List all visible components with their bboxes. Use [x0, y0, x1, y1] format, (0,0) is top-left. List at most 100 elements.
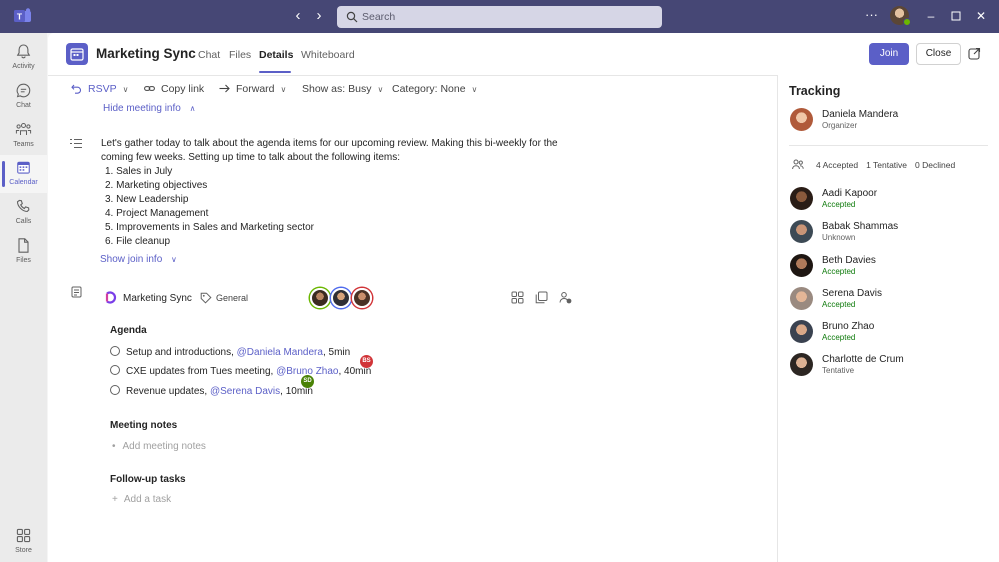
presence-available-icon [903, 18, 911, 26]
mention-link[interactable]: @Serena Davis [210, 386, 280, 397]
rsvp-button[interactable]: RSVP ∨ [71, 83, 128, 97]
rail-label-activity: Activity [12, 63, 35, 70]
attendee-name: Bruno Zhao [822, 321, 875, 332]
attendee-row[interactable]: Charlotte de Crum Tentative [790, 353, 990, 377]
tab-chat[interactable]: Chat [198, 49, 220, 61]
rail-label-calendar: Calendar [9, 179, 38, 186]
calendar-icon [17, 161, 30, 174]
search-icon [346, 11, 358, 23]
close-button[interactable]: Close [916, 43, 961, 65]
attendee-row[interactable]: Bruno Zhao Accepted [790, 320, 990, 344]
list-item: 5. Improvements in Sales and Marketing s… [105, 222, 314, 233]
maximize-icon[interactable] [949, 9, 963, 23]
chevron-down-icon: ∨ [171, 255, 177, 264]
attendee-row[interactable]: Babak Shammas Unknown [790, 220, 990, 244]
organizer-role: Organizer [822, 121, 858, 130]
meeting-description: Let's gather today to talk about the age… [101, 137, 571, 249]
list-item: 6. File cleanup [105, 236, 171, 247]
avatar [790, 187, 813, 210]
more-options-icon[interactable]: ··· [865, 8, 878, 22]
organizer-name: Daniela Mandera [822, 109, 899, 120]
rsvp-summary: 4 Accepted 1 Tentative 0 Declined [792, 159, 955, 170]
rail-item-calls[interactable]: Calls [0, 194, 47, 232]
category-dropdown[interactable]: Category: None ∨ [392, 83, 477, 97]
undo-arrow-icon [71, 84, 81, 94]
loop-component-name[interactable]: Marketing Sync [123, 293, 192, 304]
apps-icon [16, 528, 31, 543]
rail-item-calendar[interactable]: Calendar [0, 155, 47, 193]
search-input[interactable]: Search [337, 6, 662, 28]
copy-component-icon[interactable] [535, 291, 548, 304]
declined-count: 0 Declined [915, 160, 956, 170]
rail-label-calls: Calls [15, 218, 32, 225]
rail-label-store: Store [15, 547, 32, 554]
agenda-list: 1. Sales in July 2. Marketing objectives… [101, 165, 571, 249]
rail-item-teams[interactable]: Teams [0, 117, 47, 155]
copy-link-button[interactable]: Copy link [144, 83, 204, 97]
rail-item-files[interactable]: Files [0, 233, 47, 271]
meeting-details-panel: Marketing Sync Chat Files Details Whiteb… [48, 33, 999, 562]
description-list-icon [70, 139, 82, 148]
avatar [310, 288, 330, 308]
bell-icon [16, 44, 31, 59]
add-task-field[interactable]: + Add a task [112, 494, 171, 505]
forward-arrow-icon[interactable]: › [311, 8, 327, 24]
follow-up-tasks-heading: Follow-up tasks [110, 474, 186, 485]
active-tab-indicator [259, 71, 291, 73]
accepted-count: 4 Accepted [816, 160, 859, 170]
tracking-title: Tracking [789, 84, 841, 98]
attendee-status: Unknown [822, 233, 856, 242]
tab-details[interactable]: Details [259, 49, 293, 61]
attendee-row[interactable]: Aadi Kapoor Accepted [790, 187, 990, 211]
attendee-name: Charlotte de Crum [822, 354, 904, 365]
attendee-row[interactable]: Serena Davis Accepted [790, 287, 990, 311]
task-checkbox[interactable] [110, 346, 120, 356]
rail-item-activity[interactable]: Activity [0, 39, 47, 77]
attendee-name: Serena Davis [822, 288, 883, 299]
close-window-icon[interactable]: ✕ [974, 9, 988, 23]
show-join-info-link[interactable]: Show join info ∨ [100, 254, 177, 265]
task-checkbox[interactable] [110, 365, 120, 375]
svg-text:T: T [17, 12, 23, 22]
hide-meeting-info-link[interactable]: Hide meeting info ∧ [103, 103, 195, 114]
description-text: Let's gather today to talk about the age… [101, 138, 558, 163]
rail-label-chat: Chat [16, 102, 31, 109]
title-bar: T ‹ › Search ··· – ✕ [0, 0, 999, 33]
rail-item-store[interactable]: Store [0, 523, 47, 561]
organizer-row[interactable]: Daniela Mandera Organizer [790, 108, 990, 132]
task-checkbox[interactable] [110, 385, 120, 395]
list-item: 2. Marketing objectives [105, 180, 208, 191]
minimize-icon[interactable]: – [924, 9, 938, 23]
forward-button[interactable]: Forward ∨ [219, 83, 286, 97]
list-item: 3. New Leadership [105, 194, 189, 205]
grid-view-icon[interactable] [511, 291, 524, 304]
task-placeholder: Add a task [123, 494, 172, 505]
rail-label-teams: Teams [13, 141, 34, 148]
tab-files[interactable]: Files [229, 49, 251, 61]
popout-icon[interactable] [968, 47, 981, 60]
chevron-down-icon: ∨ [280, 85, 287, 94]
teams-logo-icon: T [14, 8, 31, 22]
rail-item-chat[interactable]: Chat [0, 78, 47, 116]
search-placeholder: Search [362, 11, 396, 23]
join-button[interactable]: Join [869, 43, 909, 65]
phone-icon [16, 199, 30, 213]
avatar [331, 288, 351, 308]
link-icon [144, 86, 155, 91]
tab-whiteboard[interactable]: Whiteboard [301, 49, 355, 61]
add-meeting-notes-field[interactable]: • Add meeting notes [112, 441, 206, 452]
avatar [790, 287, 813, 310]
list-item: 4. Project Management [105, 208, 209, 219]
bullet-dot-icon: • [112, 441, 116, 452]
attendee-name: Babak Shammas [822, 221, 899, 232]
people-icon [792, 159, 804, 170]
back-arrow-icon[interactable]: ‹ [290, 8, 306, 24]
mention-link[interactable]: @Daniela Mandera [237, 347, 323, 358]
attendee-status: Accepted [822, 200, 856, 209]
chevron-down-icon: ∨ [122, 85, 129, 94]
hide-meeting-info-label: Hide meeting info [103, 103, 181, 114]
show-as-dropdown[interactable]: Show as: Busy ∨ [302, 83, 383, 97]
attendee-row[interactable]: Beth Davies Accepted [790, 254, 990, 278]
forward-arrow-icon [219, 84, 230, 93]
share-access-icon[interactable] [559, 291, 572, 304]
